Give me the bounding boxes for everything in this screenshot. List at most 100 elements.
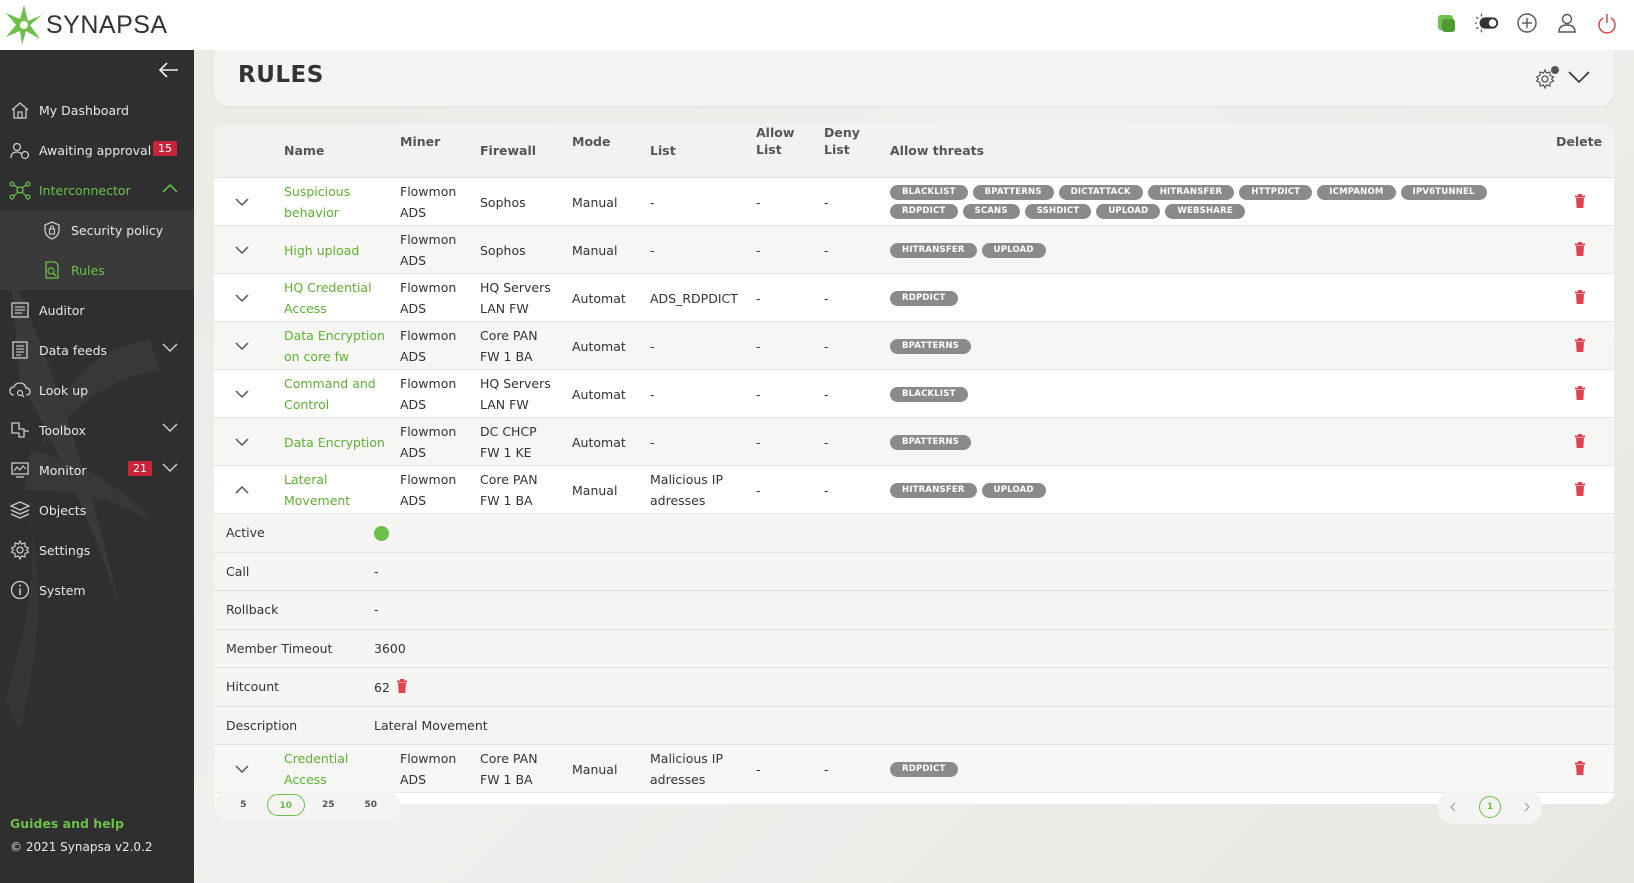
cell-list: -: [650, 386, 655, 402]
cell-miner: Flowmon ADS: [400, 184, 457, 220]
delete-icon[interactable]: [1574, 386, 1586, 403]
sidebar-item-awaiting-approval[interactable]: Awaiting approval 15: [0, 130, 194, 170]
cell-list: Malicious IP adresses: [650, 751, 724, 787]
chevron-down-icon[interactable]: [234, 242, 250, 258]
collapse-sidebar-icon[interactable]: [157, 60, 181, 80]
previous-page-icon[interactable]: [1448, 802, 1458, 812]
threat-tag: RDPDICT: [890, 761, 958, 777]
column-header-firewall[interactable]: Firewall: [480, 142, 536, 159]
rule-name-link[interactable]: Credential Access: [284, 745, 394, 793]
chevron-down-icon[interactable]: [162, 423, 178, 433]
cell-firewall: Sophos: [480, 242, 526, 258]
add-icon[interactable]: [1514, 10, 1540, 36]
sidebar-item-interconnector[interactable]: Interconnector: [0, 170, 194, 210]
cell-list: -: [650, 338, 655, 354]
table-row[interactable]: Data Encryption on core fw Flowmon ADS Core …: [214, 322, 1614, 370]
chevron-down-icon[interactable]: [1568, 70, 1590, 84]
delete-icon[interactable]: [1574, 338, 1586, 355]
delete-icon[interactable]: [1574, 482, 1586, 499]
logo[interactable]: SYNAPSA: [4, 0, 168, 50]
cell-mode: Automat: [572, 338, 626, 354]
cell-list: -: [650, 242, 655, 258]
table-settings-icon[interactable]: [1534, 65, 1560, 91]
cell-allow-list: -: [756, 194, 761, 210]
monitor-icon: [9, 459, 31, 481]
next-page-icon[interactable]: [1522, 802, 1532, 812]
table-row[interactable]: Lateral Movement Flowmon ADS Core PAN FW 1 BA…: [214, 466, 1614, 514]
cell-mode: Manual: [572, 242, 618, 258]
cell-allow-list: -: [756, 290, 761, 306]
page-size-option[interactable]: 25: [309, 794, 347, 816]
threat-tags: BPATTERNS: [890, 326, 1490, 366]
sidebar-item-objects[interactable]: Objects: [0, 490, 194, 530]
theme-toggle-icon[interactable]: [1474, 10, 1500, 36]
rule-name-link[interactable]: Command and Control: [284, 370, 394, 418]
sidebar-item-label: System: [39, 582, 86, 598]
column-header-allow-threats[interactable]: Allow threats: [890, 142, 984, 159]
rule-name-link[interactable]: HQ Credential Access: [284, 274, 394, 322]
threat-tags: BLACKLIST: [890, 374, 1490, 414]
column-header-mode[interactable]: Mode: [572, 133, 610, 150]
table-row[interactable]: HQ Credential Access Flowmon ADS HQ Servers L…: [214, 274, 1614, 322]
delete-icon[interactable]: [1574, 194, 1586, 211]
sidebar-item-rules[interactable]: Rules: [0, 250, 194, 290]
guides-and-help-link[interactable]: Guides and help: [10, 816, 124, 831]
chevron-up-icon[interactable]: [234, 482, 250, 498]
chevron-down-icon[interactable]: [234, 290, 250, 306]
chevron-down-icon[interactable]: [234, 434, 250, 450]
notes-icon[interactable]: [1434, 10, 1460, 36]
chevron-down-icon[interactable]: [234, 338, 250, 354]
sidebar-item-look-up[interactable]: Look up: [0, 370, 194, 410]
sidebar-item-settings[interactable]: Settings: [0, 530, 194, 570]
column-header-miner[interactable]: Miner: [400, 133, 440, 150]
reset-hitcount-icon[interactable]: [396, 679, 408, 696]
threat-tag: BPATTERNS: [972, 185, 1054, 200]
sidebar-item-security-policy[interactable]: Security policy: [0, 210, 194, 250]
delete-icon[interactable]: [1574, 242, 1586, 259]
table-row[interactable]: Data Encryption Flowmon ADS DC CHCP FW 1 KE A…: [214, 418, 1614, 466]
cell-list: Malicious IP adresses: [650, 472, 724, 508]
column-header-list[interactable]: List: [650, 142, 676, 159]
cell-list: -: [650, 434, 655, 450]
sidebar-item-system[interactable]: System: [0, 570, 194, 610]
sidebar-item-label: Toolbox: [39, 422, 86, 438]
page-size-option[interactable]: 5: [224, 794, 262, 816]
sidebar-item-data-feeds[interactable]: Data feeds: [0, 330, 194, 370]
column-header-deny-list[interactable]: Deny List: [824, 124, 860, 158]
chevron-up-icon[interactable]: [162, 183, 178, 193]
sidebar-item-label: Look up: [39, 382, 89, 398]
rule-name-link[interactable]: Data Encryption on core fw: [284, 322, 394, 370]
chevron-down-icon[interactable]: [234, 386, 250, 402]
delete-icon[interactable]: [1574, 761, 1586, 778]
rule-name-link[interactable]: Suspicious behavior: [284, 178, 394, 226]
page-size-option[interactable]: 10: [266, 794, 305, 816]
column-header-allow-list-line2: List: [756, 142, 782, 157]
rule-name-link[interactable]: High upload: [284, 226, 394, 274]
column-header-allow-list[interactable]: Allow List: [756, 124, 794, 158]
power-icon[interactable]: [1594, 10, 1620, 36]
sidebar-item-label: Security policy: [71, 222, 164, 238]
table-row[interactable]: Credential Access Flowmon ADS Core PAN FW 1 B…: [214, 745, 1614, 793]
column-header-name[interactable]: Name: [284, 142, 324, 159]
detail-label: Call: [226, 563, 250, 579]
table-row[interactable]: Command and Control Flowmon ADS HQ Servers LA…: [214, 370, 1614, 418]
user-icon[interactable]: [1554, 10, 1580, 36]
chevron-down-icon[interactable]: [162, 463, 178, 473]
chevron-down-icon[interactable]: [234, 194, 250, 210]
sidebar-item-auditor[interactable]: Auditor: [0, 290, 194, 330]
sidebar-item-toolbox[interactable]: Toolbox: [0, 410, 194, 450]
detail-label: Rollback: [226, 602, 279, 617]
chevron-down-icon[interactable]: [234, 761, 250, 777]
rule-name-link[interactable]: Data Encryption: [284, 418, 394, 466]
delete-icon[interactable]: [1574, 434, 1586, 451]
table-row[interactable]: Suspicious behavior Flowmon ADS Sophos Manual…: [214, 178, 1614, 226]
delete-icon[interactable]: [1574, 290, 1586, 307]
page-size-option[interactable]: 50: [352, 794, 390, 816]
cell-deny-list: -: [824, 242, 829, 258]
sidebar-item-dashboard[interactable]: My Dashboard: [0, 90, 194, 130]
rule-name-link[interactable]: Lateral Movement: [284, 466, 394, 514]
page-number-current[interactable]: 1: [1478, 796, 1501, 818]
sidebar-item-monitor[interactable]: Monitor 21: [0, 450, 194, 490]
chevron-down-icon[interactable]: [162, 343, 178, 353]
table-row[interactable]: High upload Flowmon ADS Sophos Manual - - - HITR…: [214, 226, 1614, 274]
